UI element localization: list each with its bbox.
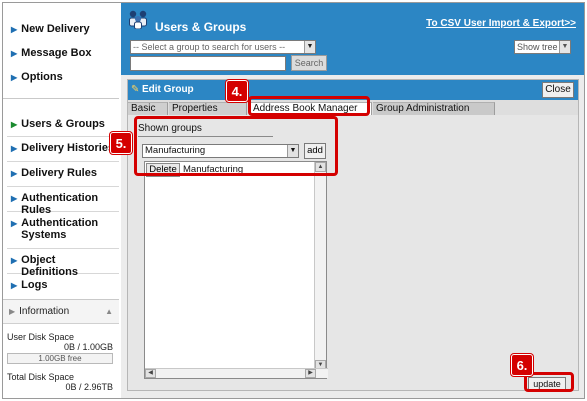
sidebar-item-users-groups[interactable]: ▶ Users & Groups [3, 112, 119, 136]
edit-group-tabs: Basic Properties Address Book Manager Gr… [128, 102, 578, 115]
information-panel: ▶ Information ▲ User Disk Space 0B / 1.0… [3, 299, 119, 398]
user-disk-label: User Disk Space [7, 332, 75, 342]
group-search-select-value: -- Select a group to search for users -- [133, 42, 286, 52]
information-title: Information [19, 306, 70, 317]
sidebar-item-label: Logs [21, 279, 48, 291]
arrow-right-icon: ▶ [11, 120, 18, 129]
scroll-right-icon[interactable]: ▶ [305, 369, 316, 378]
user-disk-bar: 1.00GB free [7, 353, 113, 364]
sidebar-admin-group: ▶ Users & Groups ▶ Delivery Histories ▶ … [3, 106, 119, 298]
arrow-right-icon: ▶ [11, 219, 18, 228]
show-tree-select[interactable]: Show tree ▼ [514, 40, 571, 54]
sidebar-item-object-definitions[interactable]: ▶ Object Definitions [3, 249, 119, 278]
edit-group-header: ✎ Edit Group Close [128, 80, 578, 100]
sidebar-item-label: Message Box [21, 47, 92, 59]
sidebar-item-new-delivery[interactable]: ▶ New Delivery [3, 23, 119, 47]
sidebar-item-label: New Delivery [21, 23, 90, 35]
shown-group-select[interactable]: Manufacturing ▼ [142, 144, 299, 158]
sidebar-item-label: Authentication Systems [21, 217, 99, 241]
content-area: ✎ Edit Group Close Basic Properties Addr… [121, 75, 584, 398]
sidebar-item-authentication-systems[interactable]: ▶ Authentication Systems [3, 212, 119, 248]
chevron-down-icon: ▼ [559, 41, 570, 53]
title-row: Users & Groups To CSV User Import & Expo… [121, 10, 584, 34]
scroll-up-icon[interactable]: ▲ [315, 162, 326, 172]
edit-group-title: Edit Group [142, 84, 194, 95]
shown-groups-list[interactable]: Delete Manufacturing ▲ ▼ ◀ ▶ [144, 161, 328, 379]
page-title: Users & Groups [155, 20, 247, 34]
sidebar-item-label: Delivery Rules [21, 167, 97, 179]
edit-group-panel: ✎ Edit Group Close Basic Properties Addr… [127, 79, 579, 391]
sidebar-item-options[interactable]: ▶ Options [3, 71, 119, 95]
tab-group-administration[interactable]: Group Administration [373, 102, 495, 115]
show-tree-value: Show tree [517, 42, 558, 52]
arrow-right-icon: ▶ [11, 73, 18, 82]
step-badge-5: 5. [110, 132, 132, 154]
sidebar: ▶ New Delivery ▶ Message Box ▶ Options ▶… [3, 3, 119, 398]
tab-properties[interactable]: Properties [169, 102, 247, 115]
update-button[interactable]: update [528, 377, 566, 391]
delete-button[interactable]: Delete [146, 163, 180, 177]
sidebar-item-delivery-rules[interactable]: ▶ Delivery Rules [3, 162, 119, 186]
step-badge-6: 6. [511, 354, 533, 376]
chevron-down-icon: ▼ [304, 41, 315, 53]
arrow-right-icon: ▶ [11, 256, 18, 265]
arrow-right-icon: ▶ [11, 281, 18, 290]
user-disk-value: 0B / 1.00GB [63, 342, 113, 352]
sidebar-item-label: Authentication Rules [21, 192, 99, 216]
step-badge-4: 4. [226, 80, 248, 102]
arrow-right-icon: ▶ [11, 49, 18, 58]
total-disk-label: Total Disk Space [7, 372, 75, 382]
tab-basic[interactable]: Basic [128, 102, 168, 115]
vertical-scrollbar[interactable]: ▲ ▼ [314, 162, 326, 370]
sidebar-top-group: ▶ New Delivery ▶ Message Box ▶ Options [3, 3, 119, 99]
information-header[interactable]: ▶ Information ▲ [3, 300, 119, 324]
search-input[interactable] [130, 56, 286, 71]
arrow-right-icon: ▶ [11, 144, 18, 153]
sidebar-item-label: Users & Groups [21, 118, 105, 130]
list-item: Delete Manufacturing [145, 162, 314, 178]
list-item-name: Manufacturing [183, 164, 244, 175]
main-area: Users & Groups To CSV User Import & Expo… [121, 3, 584, 398]
sidebar-item-authentication-rules[interactable]: ▶ Authentication Rules [3, 187, 119, 216]
search-button[interactable]: Search [291, 55, 327, 71]
tab-address-book-manager[interactable]: Address Book Manager [250, 102, 372, 115]
total-disk-value: 0B / 2.96TB [65, 382, 113, 392]
edit-pencil-icon: ✎ [131, 84, 140, 95]
users-groups-icon [129, 10, 147, 29]
sidebar-item-label: Delivery Histories [21, 142, 115, 154]
scroll-left-icon[interactable]: ◀ [145, 369, 156, 378]
users-groups-header: Users & Groups To CSV User Import & Expo… [121, 3, 584, 75]
shown-group-select-value: Manufacturing [145, 145, 206, 156]
horizontal-scrollbar[interactable]: ◀ ▶ [145, 368, 328, 378]
group-search-select[interactable]: -- Select a group to search for users --… [130, 40, 316, 54]
arrow-right-icon: ▶ [11, 25, 18, 34]
divider [138, 136, 273, 137]
address-book-manager-body: Shown groups Manufacturing ▼ add Delete … [128, 115, 578, 390]
arrow-right-icon: ▶ [11, 194, 18, 203]
sidebar-item-label: Object Definitions [21, 254, 78, 278]
add-button[interactable]: add [304, 143, 326, 159]
collapse-icon[interactable]: ▲ [105, 307, 113, 316]
sidebar-item-delivery-histories[interactable]: ▶ Delivery Histories [3, 137, 119, 161]
chevron-down-icon: ▼ [287, 145, 298, 157]
sidebar-item-label: Options [21, 71, 63, 83]
shown-groups-label: Shown groups [138, 123, 202, 134]
sidebar-item-message-box[interactable]: ▶ Message Box [3, 47, 119, 71]
arrow-right-icon: ▶ [11, 169, 18, 178]
close-button[interactable]: Close [542, 82, 574, 98]
csv-import-export-link[interactable]: To CSV User Import & Export>> [426, 18, 576, 29]
